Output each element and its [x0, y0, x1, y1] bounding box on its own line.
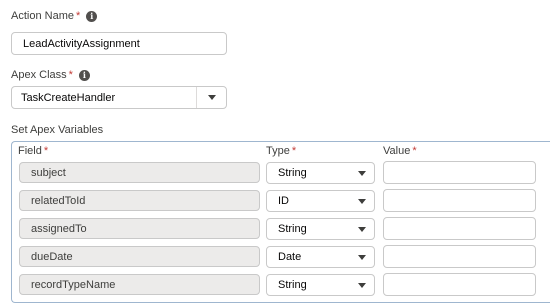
field-input-duedate: dueDate [19, 246, 260, 267]
type-select-duedate[interactable]: Date [266, 246, 375, 268]
type-select-value: String [278, 279, 307, 291]
field-input-subject: subject [19, 162, 260, 183]
required-marker: * [412, 145, 417, 157]
field-input-recordtypename: recordTypeName [19, 274, 260, 295]
value-input-relatedtoid[interactable] [383, 189, 536, 212]
chevron-down-icon [358, 199, 366, 204]
action-name-label: Action Name * i [11, 10, 98, 22]
info-icon[interactable]: i [78, 69, 90, 81]
type-select-relatedtoid[interactable]: ID [266, 190, 375, 212]
apex-variables-panel: Field * Type * Value * subject String re… [11, 141, 550, 303]
apex-class-label-text: Apex Class [11, 69, 67, 81]
field-input-relatedtoid: relatedToId [19, 190, 260, 211]
field-column-header: Field * [18, 145, 48, 157]
apex-class-dropdown-button[interactable] [196, 87, 226, 108]
chevron-down-icon [358, 283, 366, 288]
chevron-down-icon [207, 95, 216, 100]
type-select-value: String [278, 223, 307, 235]
type-select-assignedto[interactable]: String [266, 218, 375, 240]
type-column-header: Type * [266, 145, 296, 157]
type-header-text: Type [266, 145, 290, 157]
field-input-assignedto: assignedTo [19, 218, 260, 239]
chevron-down-icon [358, 171, 366, 176]
type-select-subject[interactable]: String [266, 162, 375, 184]
required-marker: * [68, 69, 73, 81]
action-name-input[interactable]: LeadActivityAssignment [11, 32, 227, 55]
info-icon[interactable]: i [86, 10, 98, 22]
action-name-label-text: Action Name [11, 10, 74, 22]
value-input-recordtypename[interactable] [383, 273, 536, 296]
value-column-header: Value * [383, 145, 417, 157]
value-header-text: Value [383, 145, 411, 157]
apex-variables-label: Set Apex Variables [11, 124, 104, 136]
apex-class-select[interactable]: TaskCreateHandler [11, 86, 227, 109]
apex-class-value: TaskCreateHandler [21, 91, 116, 104]
type-select-value: ID [278, 195, 289, 207]
value-input-assignedto[interactable] [383, 217, 536, 240]
field-header-text: Field [18, 145, 42, 157]
chevron-down-icon [358, 255, 366, 260]
required-marker: * [43, 145, 49, 157]
value-input-duedate[interactable] [383, 245, 536, 268]
type-select-value: Date [278, 251, 302, 263]
type-select-recordtypename[interactable]: String [266, 274, 375, 296]
apex-class-label: Apex Class * i [11, 69, 90, 81]
chevron-down-icon [358, 227, 366, 232]
type-select-value: String [278, 167, 307, 179]
required-marker: * [75, 10, 81, 22]
required-marker: * [291, 145, 297, 157]
value-input-subject[interactable] [383, 161, 536, 184]
